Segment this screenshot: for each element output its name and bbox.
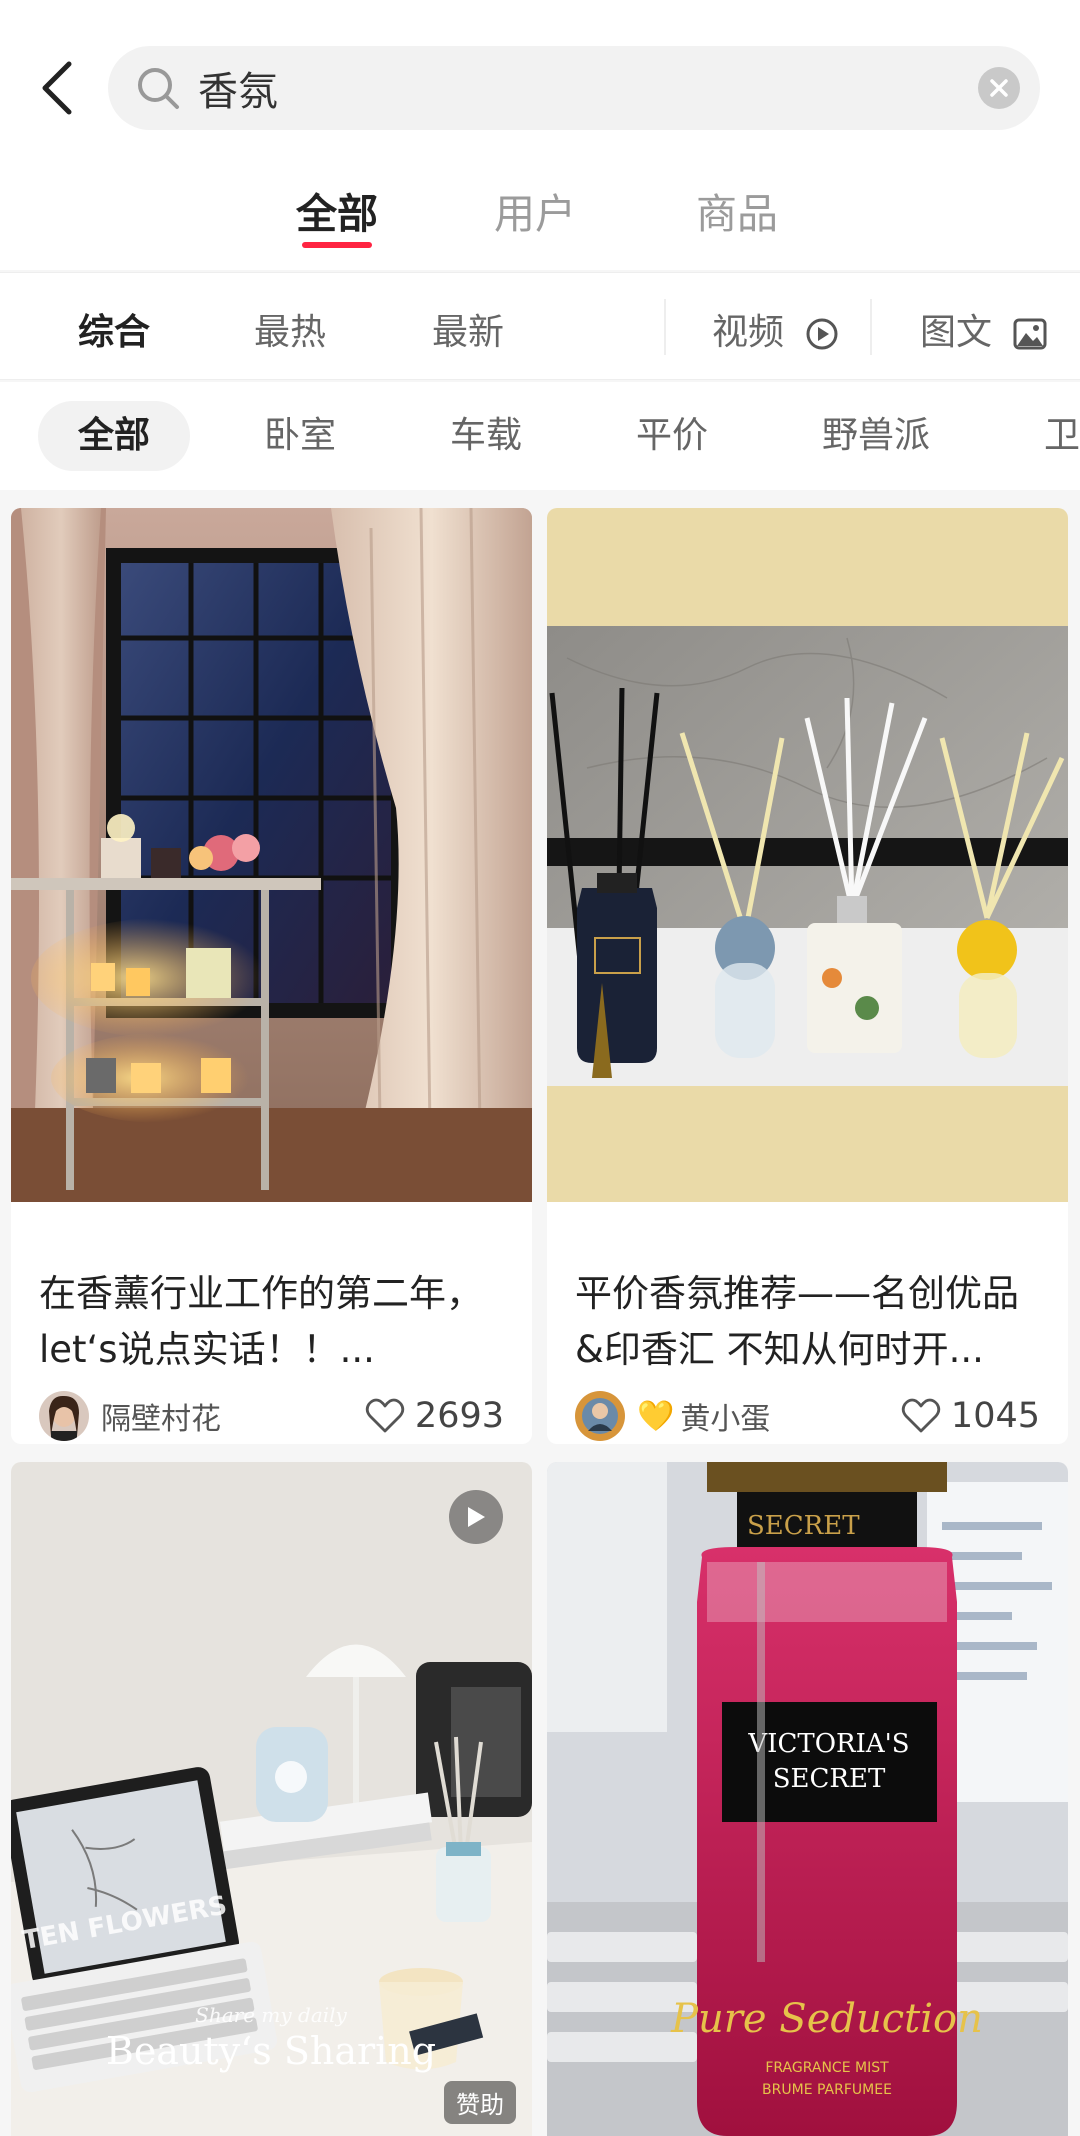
product-script-text: Pure Seduction (670, 1996, 983, 2042)
note-author[interactable]: 💛 黄小蛋 (575, 1390, 770, 1442)
chip-bedroom[interactable]: 卧室 (224, 401, 376, 471)
note-title: 平价香氛推荐——名创优品&印香汇 不知从何时开... (575, 1272, 1019, 1371)
note-card[interactable]: 平价香氛推荐——名创优品&印香汇 不知从何时开... 💛 黄小蛋 1045 (547, 508, 1068, 1444)
note-card[interactable]: SECRET VICTORIA'S SECRET Pure Seduction … (547, 1462, 1068, 2136)
category-chips: 全部 卧室 车载 平价 野兽派 卫 (0, 382, 1080, 490)
divider (870, 299, 872, 355)
sort-bar: 综合 最热 最新 视频 图文 (0, 272, 1080, 380)
note-cover-image: TEN FLOWERS Share my daily Beauty‘s Shar… (11, 1462, 532, 2136)
note-card[interactable]: TEN FLOWERS Share my daily Beauty‘s Shar… (11, 1462, 532, 2136)
sort-newest[interactable]: 最新 (432, 303, 504, 355)
header: 香氛 全部 用户 商品 (0, 0, 1080, 270)
product-sub-text-2: BRUME PARFUMEE (762, 2082, 892, 2098)
tab-products[interactable]: 商品 (696, 180, 778, 240)
like-button[interactable]: 1045 (901, 1390, 1040, 1442)
search-query[interactable]: 香氛 (198, 59, 278, 117)
search-type-tabs: 全部 用户 商品 (0, 180, 1080, 260)
search-bar[interactable]: 香氛 (108, 46, 1040, 130)
close-icon (990, 79, 1008, 97)
overlay-script-text: Share my daily (195, 2003, 347, 2027)
note-author[interactable]: 隔壁村花 (39, 1390, 221, 1442)
author-name: 黄小蛋 (680, 1402, 771, 1437)
note-card[interactable]: 在香薰行业工作的第二年，let‘s说点实话！！... 隔壁村花 2693 (11, 508, 532, 1444)
chip-bathroom[interactable]: 卫 (1004, 401, 1080, 471)
back-button[interactable] (30, 52, 82, 124)
tab-all[interactable]: 全部 (296, 180, 378, 248)
image-icon (1013, 318, 1047, 350)
note-cover-image (11, 508, 532, 1202)
chip-all[interactable]: 全部 (38, 401, 191, 471)
chip-affordable[interactable]: 平价 (596, 401, 748, 471)
heart-icon (365, 1398, 405, 1433)
tab-all-label: 全部 (296, 190, 378, 238)
chip-car[interactable]: 车载 (410, 401, 562, 471)
avatar (575, 1391, 625, 1441)
overlay-title-text: Beauty‘s Sharing (106, 2029, 436, 2073)
like-count: 2693 (414, 1396, 504, 1436)
active-tab-indicator (302, 242, 372, 248)
author-name: 隔壁村花 (101, 1402, 221, 1437)
label-text-1: VICTORIA'S (747, 1729, 909, 1759)
note-cover-image (547, 508, 1068, 1202)
play-circle-icon (806, 318, 838, 350)
sponsored-badge: 赞助 (444, 2081, 516, 2124)
filter-image-text-label: 图文 (920, 312, 993, 353)
sort-comprehensive[interactable]: 综合 (78, 303, 150, 355)
filter-video-label: 视频 (712, 312, 785, 353)
play-icon (468, 1507, 485, 1527)
tab-users[interactable]: 用户 (494, 180, 576, 240)
filter-video[interactable]: 视频 (712, 303, 839, 355)
filter-image-text[interactable]: 图文 (920, 303, 1047, 355)
divider (664, 299, 666, 355)
author-emoji: 💛 (637, 1398, 675, 1434)
avatar (39, 1391, 89, 1441)
tab-products-label: 商品 (696, 190, 778, 238)
heart-icon (901, 1398, 941, 1433)
tab-users-label: 用户 (494, 190, 576, 238)
chevron-left-icon (42, 61, 72, 115)
search-icon (138, 68, 179, 109)
note-title: 在香薰行业工作的第二年，let‘s说点实话！！... (39, 1272, 483, 1371)
clear-search-button[interactable] (978, 67, 1020, 109)
product-sub-text-1: FRAGRANCE MIST (765, 2060, 889, 2076)
like-button[interactable]: 2693 (365, 1390, 504, 1442)
sort-hottest[interactable]: 最热 (254, 303, 326, 355)
note-cover-image: SECRET VICTORIA'S SECRET Pure Seduction … (547, 1462, 1068, 2136)
label-text-2: SECRET (773, 1764, 886, 1794)
video-play-button[interactable] (449, 1490, 503, 1544)
chip-thebeast[interactable]: 野兽派 (782, 401, 970, 471)
cap-brand-text: SECRET (747, 1511, 860, 1541)
like-count: 1045 (950, 1396, 1040, 1436)
